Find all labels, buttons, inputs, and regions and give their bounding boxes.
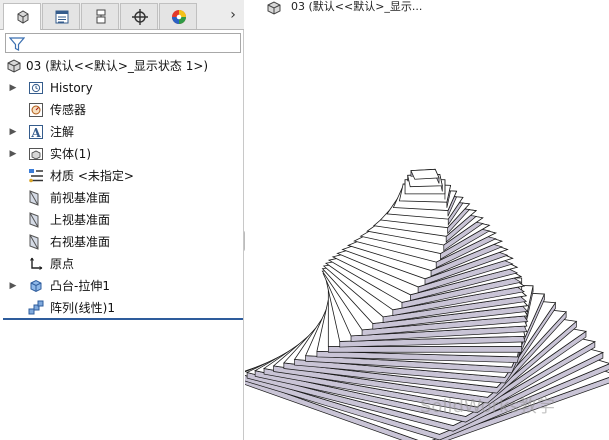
plane-icon: [29, 190, 39, 206]
expand-arrow-icon[interactable]: ▶: [9, 144, 17, 164]
solid-bodies-icon: [29, 148, 43, 160]
origin-icon: [30, 257, 43, 270]
expand-arrow-icon[interactable]: ▶: [9, 276, 17, 296]
tree-item-origin[interactable]: 原点: [0, 254, 244, 274]
history-icon: [29, 82, 43, 94]
tree-item-solid-bodies[interactable]: ▶ 实体(1): [0, 144, 244, 164]
linear-pattern-icon: [28, 300, 44, 315]
tree-item-linear-pattern[interactable]: 阵列(线性)1: [0, 298, 244, 318]
tree-item-sensors[interactable]: 传感器: [0, 100, 244, 120]
tree-item-material[interactable]: 材质 <未指定>: [0, 166, 244, 186]
tree-item-label: 原点: [50, 257, 75, 271]
feature-manager-panel: › 03 (默认<<默认>_显示状态 1>) ▶ History 传感器 ▶ A…: [0, 0, 244, 440]
property-list-icon: [55, 10, 69, 24]
tree-item-boss-extrude[interactable]: ▶ 凸台-拉伸1: [0, 276, 244, 296]
twisted-stair-model[interactable]: [245, 0, 609, 440]
slab-top: [410, 168, 440, 180]
tab-configuration-manager[interactable]: [81, 3, 119, 29]
rollback-bar[interactable]: [3, 318, 243, 320]
tree-item-front-plane[interactable]: 前视基准面: [0, 188, 244, 208]
tree-root-label: 03 (默认<<默认>_显示状态 1>): [26, 59, 209, 73]
crosshair-icon: [132, 9, 148, 25]
tree-item-top-plane[interactable]: 上视基准面: [0, 210, 244, 230]
tab-dimxpert-manager[interactable]: [120, 3, 158, 29]
tree-item-annotations[interactable]: ▶ A 注解: [0, 122, 244, 142]
watermark-text: SolidWorks教学: [420, 396, 555, 417]
tree-item-label: 右视基准面: [50, 235, 111, 249]
tree-item-history[interactable]: ▶ History: [0, 78, 244, 98]
tree-item-label: 材质 <未指定>: [50, 169, 134, 183]
tree-item-label: 前视基准面: [50, 191, 111, 205]
tree-item-label: 实体(1): [50, 147, 91, 161]
color-wheel-icon: [172, 10, 186, 24]
tree-item-label: 注解: [50, 125, 75, 139]
annotation-icon: A: [29, 125, 43, 140]
graphics-area[interactable]: 03 (默认<<默认>_显示... SolidWorks教学: [245, 0, 609, 440]
tree-item-right-plane[interactable]: 右视基准面: [0, 232, 244, 252]
tab-display-manager[interactable]: [159, 3, 197, 29]
tree-filter-input[interactable]: [5, 33, 241, 53]
tree-item-label: 传感器: [50, 103, 87, 117]
boss-extrude-icon: [30, 279, 42, 293]
configuration-icon: [96, 9, 106, 24]
svg-text:A: A: [30, 126, 41, 140]
tree-root-part[interactable]: 03 (默认<<默认>_显示状态 1>): [0, 56, 244, 76]
plane-icon: [29, 234, 39, 250]
tree-item-label: 上视基准面: [50, 213, 111, 227]
tab-overflow-button[interactable]: ›: [224, 6, 242, 24]
tree-item-label: History: [50, 81, 93, 95]
part-icon: [7, 59, 21, 73]
funnel-icon: [9, 37, 25, 51]
plane-icon: [29, 212, 39, 228]
feature-tree-icon: [17, 10, 29, 24]
tab-property-manager[interactable]: [42, 3, 80, 29]
expand-arrow-icon[interactable]: ▶: [9, 122, 17, 142]
material-icon: [29, 169, 43, 183]
sensor-icon: [29, 103, 43, 117]
tab-feature-manager[interactable]: [3, 3, 41, 30]
tree-item-label: 凸台-拉伸1: [50, 279, 110, 293]
tree-item-label: 阵列(线性)1: [50, 301, 115, 315]
manager-tab-strip: ›: [0, 0, 244, 30]
expand-arrow-icon[interactable]: ▶: [9, 78, 17, 98]
